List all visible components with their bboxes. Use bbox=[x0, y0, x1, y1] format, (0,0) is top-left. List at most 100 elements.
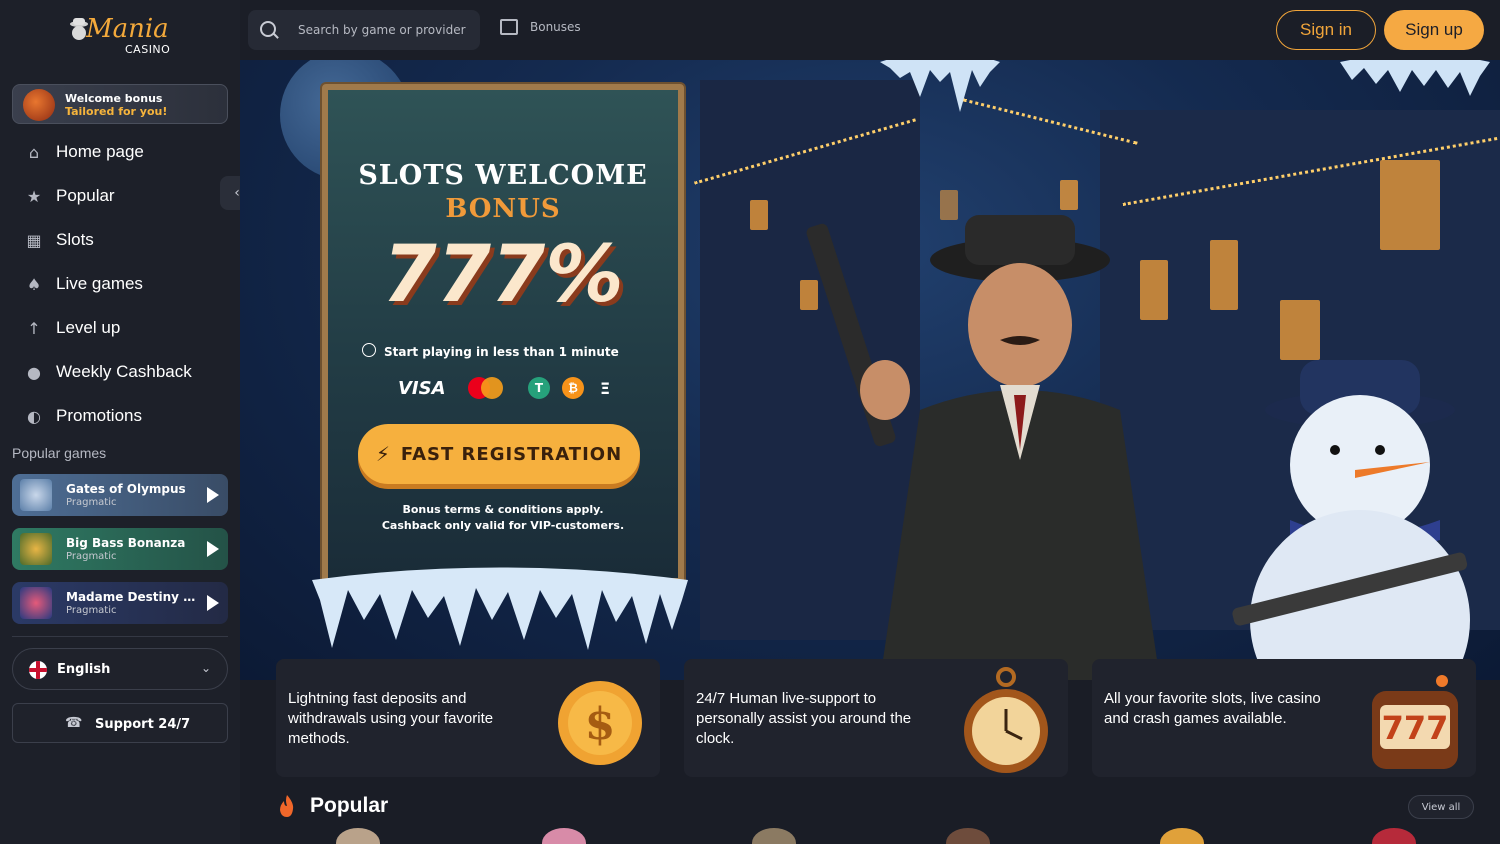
feature-card-deposits: Lightning fast deposits and withdrawals … bbox=[276, 659, 660, 777]
chevron-down-icon: ⌄ bbox=[200, 661, 211, 675]
game-name: Big Bass Bonanza bbox=[66, 536, 186, 550]
live-dealer-icon: ♠ bbox=[26, 274, 42, 294]
gold-coin-icon: $ bbox=[558, 681, 642, 765]
game-thumbnail-peek[interactable] bbox=[1372, 828, 1416, 844]
window-light bbox=[1380, 160, 1440, 250]
window-light bbox=[750, 200, 768, 230]
nav-item-popular[interactable]: ★ Popular bbox=[0, 174, 240, 218]
welcome-bonus-poster[interactable]: SLOTS WELCOME BONUS 777% Start playing i… bbox=[322, 84, 684, 584]
top-bar: Bonuses Sign in Sign up bbox=[240, 0, 1500, 60]
poster-title: SLOTS WELCOME bbox=[358, 160, 648, 191]
bonuses-label: Bonuses bbox=[530, 20, 581, 34]
nav-item-label: Weekly Cashback bbox=[56, 362, 192, 381]
level-up-icon: ↑ bbox=[27, 318, 41, 338]
poster-subtitle: BONUS bbox=[445, 194, 561, 224]
svg-text:777: 777 bbox=[1382, 709, 1449, 747]
game-thumbnail-peek[interactable] bbox=[336, 828, 380, 844]
pocket-watch-icon bbox=[964, 667, 1048, 773]
sidebar-divider bbox=[12, 636, 228, 637]
feature-text: 24/7 Human live-support to personally as… bbox=[696, 690, 912, 747]
chevron-left-icon: ‹ bbox=[234, 185, 240, 201]
play-icon[interactable] bbox=[207, 487, 219, 503]
view-all-button[interactable]: View all bbox=[1408, 795, 1474, 819]
mobster-character bbox=[806, 215, 1160, 680]
popular-game-card[interactable]: Gates of Olympus Pragmatic bbox=[12, 474, 228, 516]
support-button[interactable]: ☎ Support 24/7 bbox=[12, 703, 228, 743]
popular-games-title: Popular games bbox=[12, 445, 107, 461]
slot-machine-icon: ▦ bbox=[26, 230, 42, 250]
brand-name: Mania bbox=[86, 14, 169, 44]
clock-icon bbox=[362, 343, 376, 357]
sign-up-button[interactable]: Sign up bbox=[1384, 10, 1484, 50]
main-nav: ⌂ Home page ★ Popular ▦ Slots ♠ Live gam… bbox=[0, 130, 240, 438]
ethereum-icon: Ξ bbox=[599, 378, 611, 398]
svg-text:$: $ bbox=[585, 699, 616, 750]
casino-logo[interactable]: Mania CASINO bbox=[66, 10, 176, 60]
game-thumbnail-peek[interactable] bbox=[946, 828, 990, 844]
slot-777-icon: 777 bbox=[1372, 675, 1458, 769]
nav-item-slots[interactable]: ▦ Slots bbox=[0, 218, 240, 262]
window-light bbox=[1060, 180, 1078, 210]
snowman-character bbox=[1232, 360, 1470, 680]
nav-item-home[interactable]: ⌂ Home page bbox=[0, 130, 240, 174]
bonuses-link[interactable]: Bonuses bbox=[500, 19, 581, 35]
game-name: Madame Destiny ... bbox=[66, 590, 196, 604]
bonus-terms: Bonus terms & conditions apply. Cashback… bbox=[328, 502, 678, 534]
nav-item-live-games[interactable]: ♠ Live games bbox=[0, 262, 240, 306]
bonus-percent: 777% bbox=[382, 230, 624, 320]
popular-game-card[interactable]: Big Bass Bonanza Pragmatic bbox=[12, 528, 228, 570]
welcome-bonus-subtitle: Tailored for you! bbox=[65, 105, 168, 118]
promotions-icon: ◐ bbox=[27, 406, 41, 426]
search-icon bbox=[260, 21, 276, 37]
visa-icon: VISA bbox=[398, 377, 446, 399]
fast-registration-label: FAST REGISTRATION bbox=[400, 443, 623, 465]
lightning-icon: ⚡ bbox=[375, 442, 391, 466]
game-thumbnail-peek[interactable] bbox=[542, 828, 586, 844]
tether-icon: T bbox=[528, 377, 550, 399]
star-icon: ★ bbox=[26, 186, 42, 206]
welcome-bonus-banner[interactable]: Welcome bonus Tailored for you! bbox=[12, 84, 228, 124]
nav-item-promotions[interactable]: ◐ Promotions bbox=[0, 394, 240, 438]
language-label: English bbox=[57, 662, 111, 677]
treasure-chest-icon bbox=[23, 89, 55, 121]
start-playing-text: Start playing in less than 1 minute bbox=[384, 345, 619, 359]
game-thumbnail-peek[interactable] bbox=[752, 828, 796, 844]
nav-item-label: Popular bbox=[56, 186, 115, 205]
popular-section-title: Popular bbox=[310, 794, 389, 817]
uk-flag-icon bbox=[29, 661, 47, 679]
play-icon[interactable] bbox=[207, 541, 219, 557]
search-box[interactable] bbox=[248, 10, 480, 50]
welcome-bonus-title: Welcome bonus bbox=[65, 92, 163, 105]
nav-item-level-up[interactable]: ↑ Level up bbox=[0, 306, 240, 350]
feature-text: All your favorite slots, live casino and… bbox=[1104, 690, 1321, 727]
terms-line: Cashback only valid for VIP-customers. bbox=[381, 519, 625, 532]
feature-card-games: All your favorite slots, live casino and… bbox=[1092, 659, 1476, 777]
game-provider: Pragmatic bbox=[66, 551, 117, 562]
fast-registration-button[interactable]: ⚡ FAST REGISTRATION bbox=[358, 424, 640, 484]
feature-text: Lightning fast deposits and withdrawals … bbox=[288, 690, 494, 747]
feature-card-support: 24/7 Human live-support to personally as… bbox=[684, 659, 1068, 777]
flame-icon bbox=[280, 795, 294, 817]
icicles-decoration bbox=[312, 567, 688, 650]
home-icon: ⌂ bbox=[28, 142, 40, 162]
nav-item-label: Promotions bbox=[56, 406, 142, 425]
nav-item-weekly-cashback[interactable]: ● Weekly Cashback bbox=[0, 350, 240, 394]
sidebar: Mania CASINO Welcome bonus Tailored for … bbox=[0, 0, 240, 844]
game-name: Gates of Olympus bbox=[66, 482, 186, 496]
search-input[interactable] bbox=[298, 20, 473, 40]
nav-item-label: Level up bbox=[56, 318, 121, 337]
bitcoin-icon: ₿ bbox=[562, 377, 584, 399]
game-thumbnail bbox=[20, 533, 52, 565]
terms-line: Bonus terms & conditions apply. bbox=[402, 503, 604, 516]
play-icon[interactable] bbox=[207, 595, 219, 611]
game-thumbnail bbox=[20, 587, 52, 619]
hero-banner[interactable]: SLOTS WELCOME BONUS 777% Start playing i… bbox=[240, 60, 1500, 680]
mastercard-icon bbox=[468, 377, 506, 399]
sign-in-button[interactable]: Sign in bbox=[1276, 10, 1376, 50]
language-select[interactable]: English ⌄ bbox=[12, 648, 228, 690]
game-thumbnail-peek[interactable] bbox=[1160, 828, 1204, 844]
nav-item-label: Slots bbox=[56, 230, 94, 249]
gift-icon bbox=[500, 19, 518, 35]
popular-game-card[interactable]: Madame Destiny ... Pragmatic bbox=[12, 582, 228, 624]
headset-icon: ☎ bbox=[65, 715, 83, 731]
